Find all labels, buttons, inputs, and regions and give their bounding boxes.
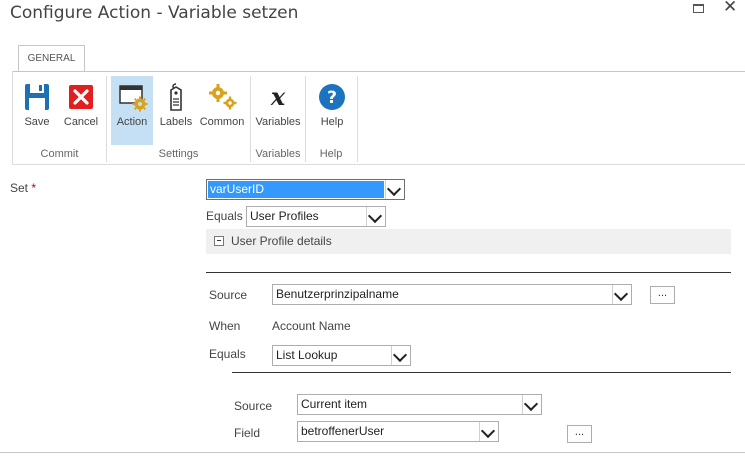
group-label-settings: Settings (158, 148, 199, 160)
help-label: Help (320, 116, 344, 128)
svg-text:?: ? (327, 88, 337, 108)
help-icon: ? (317, 82, 347, 112)
cancel-button[interactable]: Cancel (62, 76, 100, 145)
close-icon[interactable]: ✕ (723, 0, 739, 16)
gears-icon (207, 82, 237, 112)
ribbon-top-border (12, 71, 745, 72)
field-browse-button[interactable]: ... (567, 425, 592, 443)
chevron-down-icon[interactable] (612, 285, 631, 304)
maximize-icon[interactable] (692, 1, 708, 17)
chevron-down-icon[interactable] (522, 395, 541, 414)
save-label: Save (24, 116, 50, 128)
group-label-variables: Variables (255, 148, 301, 160)
tab-general[interactable]: GENERAL (18, 45, 85, 72)
group-label-help: Help (319, 148, 343, 160)
chevron-down-icon[interactable] (385, 180, 404, 199)
ribbon-bottom-border (12, 164, 745, 165)
labels-label: Labels (159, 116, 193, 128)
divider (206, 272, 731, 273)
common-label: Common (199, 116, 245, 128)
variables-label: Variables (255, 116, 301, 128)
variables-button[interactable]: x Variables (254, 76, 302, 145)
source-select[interactable]: Benutzerprinzipalname (272, 284, 632, 305)
lookup-source-select[interactable]: Current item (297, 394, 542, 415)
equals2-label: Equals (209, 347, 246, 361)
action-settings-icon (117, 82, 148, 112)
lookup-source-label: Source (234, 399, 273, 413)
action-button[interactable]: Action (111, 76, 153, 145)
user-profile-details-section[interactable]: User Profile details (206, 229, 731, 254)
required-indicator: * (31, 181, 37, 195)
source-browse-button[interactable]: ... (650, 286, 675, 304)
section-title: User Profile details (231, 234, 332, 248)
chevron-down-icon[interactable] (366, 207, 385, 226)
common-button[interactable]: Common (198, 76, 246, 145)
chevron-down-icon[interactable] (479, 422, 498, 441)
equals-label: Equals (206, 209, 243, 223)
group-separator (357, 76, 358, 162)
when-value: Account Name (272, 319, 351, 333)
action-label: Action (116, 116, 148, 128)
cancel-icon (66, 82, 96, 112)
equals2-select[interactable]: List Lookup (272, 345, 411, 366)
equals-select[interactable]: User Profiles (246, 206, 386, 227)
group-label-commit: Commit (40, 148, 79, 160)
help-button[interactable]: ? Help (312, 76, 352, 145)
dialog-title: Configure Action - Variable setzen (10, 3, 299, 23)
field-select[interactable]: betroffenerUser (297, 421, 499, 442)
chevron-down-icon[interactable] (391, 346, 410, 365)
save-button[interactable]: Save (20, 76, 54, 145)
collapse-icon[interactable] (214, 236, 224, 246)
variable-x-icon: x (263, 82, 293, 112)
set-variable-select[interactable]: varUserID (206, 179, 405, 200)
cancel-label: Cancel (63, 116, 99, 128)
svg-text:x: x (270, 82, 286, 111)
footer-divider (0, 452, 745, 453)
field-label: Field (234, 426, 261, 440)
when-label: When (209, 319, 241, 333)
labels-button[interactable]: Labels (157, 76, 195, 145)
divider (232, 372, 731, 373)
tag-icon (161, 82, 191, 112)
set-label: Set * (10, 181, 37, 195)
save-icon (22, 82, 52, 112)
source-label: Source (209, 288, 248, 302)
